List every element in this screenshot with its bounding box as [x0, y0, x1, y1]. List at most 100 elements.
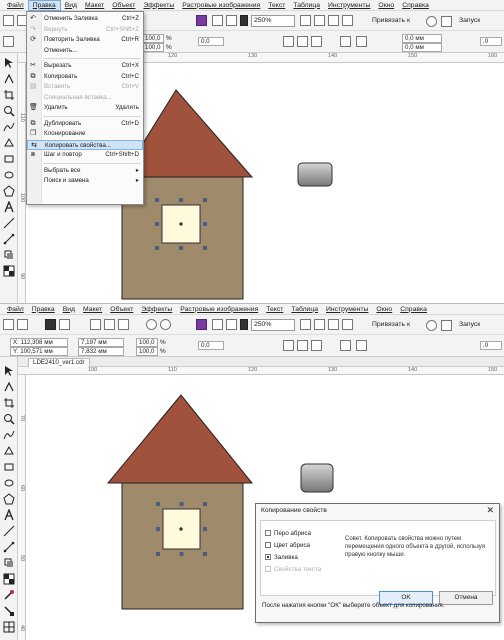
crop-tool-icon[interactable] — [3, 397, 15, 409]
interactive-fill-tool-icon[interactable] — [3, 605, 15, 617]
zoom-tool-icon[interactable] — [3, 413, 15, 425]
corel-connect-icon[interactable] — [196, 15, 207, 26]
property-checkbox[interactable]: Цвет абриса — [265, 541, 310, 550]
menu-5[interactable]: Эффекты — [137, 304, 176, 315]
corner-radius-icon[interactable] — [356, 36, 367, 47]
corner-scallop-icon[interactable] — [297, 36, 308, 47]
snap-to-dropdown[interactable]: Привязать к — [372, 320, 410, 330]
edit-menu-item[interactable]: Поиск и замена ▸ — [27, 176, 143, 186]
copy-icon[interactable] — [104, 319, 115, 330]
eyedropper-tool-icon[interactable] — [3, 589, 15, 601]
open-icon[interactable] — [17, 319, 28, 330]
connector-tool-icon[interactable] — [3, 541, 15, 553]
transparency-tool-icon[interactable] — [3, 573, 15, 585]
options-icon[interactable] — [441, 16, 452, 27]
new-document-icon[interactable] — [3, 319, 14, 330]
paste-icon[interactable] — [118, 319, 129, 330]
zoom-level-select[interactable]: 250% — [251, 15, 295, 27]
rotation-field[interactable]: 0,0 — [198, 37, 224, 46]
import-icon[interactable] — [212, 319, 223, 330]
drop-shadow-tool-icon[interactable] — [3, 249, 15, 261]
close-icon[interactable]: ✕ — [486, 505, 494, 515]
full-screen-icon[interactable] — [300, 15, 311, 26]
import-icon[interactable] — [212, 15, 223, 26]
grid-icon[interactable] — [328, 319, 339, 330]
save-icon[interactable] — [45, 319, 56, 330]
menu-2[interactable]: Вид — [61, 0, 81, 11]
corner-chamfer-icon[interactable] — [311, 36, 322, 47]
selection-handle[interactable] — [179, 246, 183, 250]
selection-handle[interactable] — [155, 222, 159, 226]
edit-menu-item[interactable]: 🗑 Удалить Удалить — [27, 103, 143, 113]
shape-tool-icon[interactable] — [3, 381, 15, 393]
menu-9[interactable]: Инструменты — [324, 0, 374, 11]
pick-tool-icon[interactable] — [3, 365, 15, 377]
menu-5[interactable]: Эффекты — [139, 0, 178, 11]
menu-3[interactable]: Макет — [79, 304, 106, 315]
corner-chamfer-icon[interactable] — [311, 340, 322, 351]
corner-lock-icon[interactable] — [340, 340, 351, 351]
snap-to-dropdown[interactable]: Привязать к — [372, 16, 410, 26]
guidelines-icon[interactable] — [342, 15, 353, 26]
menu-8[interactable]: Таблица — [287, 304, 322, 315]
cancel-button[interactable]: Отмена — [439, 591, 493, 605]
text-tool-icon[interactable] — [3, 201, 15, 213]
x-position-field[interactable]: X: 112,308 мм — [10, 338, 68, 347]
checkbox-icon[interactable] — [265, 542, 271, 548]
gray-button-shape[interactable] — [300, 463, 334, 493]
menu-6[interactable]: Растровые изображения — [178, 0, 264, 11]
selection-handle[interactable] — [155, 198, 159, 202]
menu-11[interactable]: Справка — [396, 304, 431, 315]
polygon-tool-icon[interactable] — [3, 493, 15, 505]
menu-1[interactable]: Правка — [28, 304, 59, 315]
scale-y-field[interactable]: 100,0 — [136, 347, 158, 356]
settings-icon[interactable] — [426, 16, 437, 27]
outline-width-field[interactable]: ,0 — [480, 37, 502, 46]
width-field[interactable]: 7,197 мм — [78, 338, 124, 347]
menu-11[interactable]: Справка — [398, 0, 433, 11]
cut-icon[interactable] — [90, 319, 101, 330]
menu-7[interactable]: Текст — [262, 304, 287, 315]
connector-tool-icon[interactable] — [3, 233, 15, 245]
height-field[interactable]: 7,832 мм — [78, 347, 124, 356]
export-icon[interactable] — [226, 15, 237, 26]
parallel-dimension-tool-icon[interactable] — [3, 525, 15, 537]
shape-tool-icon[interactable] — [3, 73, 15, 85]
menu-7[interactable]: Текст — [264, 0, 289, 11]
edit-menu-item[interactable]: Выбрать все ▸ — [27, 166, 143, 176]
corel-connect-icon[interactable] — [196, 319, 207, 330]
menu-10[interactable]: Окно — [372, 304, 396, 315]
publish-pdf-icon[interactable] — [240, 15, 248, 26]
rulers-icon[interactable] — [314, 319, 325, 330]
scale-x-field[interactable]: 100,0 — [136, 338, 158, 347]
menu-2[interactable]: Вид — [59, 304, 79, 315]
edit-menu-item[interactable]: ✂ Вырезать Ctrl+X — [27, 61, 143, 71]
menu-4[interactable]: Объект — [106, 304, 137, 315]
scale-y-field[interactable]: 100,0 — [142, 43, 164, 52]
ellipse-tool-icon[interactable] — [3, 477, 15, 489]
settings-icon[interactable] — [426, 320, 437, 331]
menu-8[interactable]: Таблица — [289, 0, 324, 11]
menu-10[interactable]: Окно — [374, 0, 398, 11]
transparency-tool-icon[interactable] — [3, 265, 15, 277]
menu-0[interactable]: Файл — [3, 0, 28, 11]
menu-6[interactable]: Растровые изображения — [176, 304, 262, 315]
property-checkbox[interactable]: Заливка — [265, 553, 298, 562]
smart-fill-tool-icon[interactable] — [3, 137, 15, 149]
y-position-field[interactable]: Y: 100,571 мм — [10, 347, 68, 356]
menu-3[interactable]: Макет — [81, 0, 108, 11]
drop-shadow-tool-icon[interactable] — [3, 557, 15, 569]
rulers-icon[interactable] — [314, 15, 325, 26]
redo-icon[interactable] — [160, 319, 171, 330]
height-field[interactable]: 0,0 мм — [402, 43, 442, 52]
text-tool-icon[interactable] — [3, 509, 15, 521]
corner-round-icon[interactable] — [283, 36, 294, 47]
export-icon[interactable] — [226, 319, 237, 330]
selection-handle[interactable] — [203, 246, 207, 250]
selection-handle[interactable] — [179, 552, 184, 556]
undo-icon[interactable] — [146, 319, 157, 330]
rotation-field[interactable]: 0,0 — [198, 341, 224, 350]
crop-tool-icon[interactable] — [3, 89, 15, 101]
menu-4[interactable]: Объект — [108, 0, 139, 11]
publish-pdf-icon[interactable] — [240, 319, 248, 330]
